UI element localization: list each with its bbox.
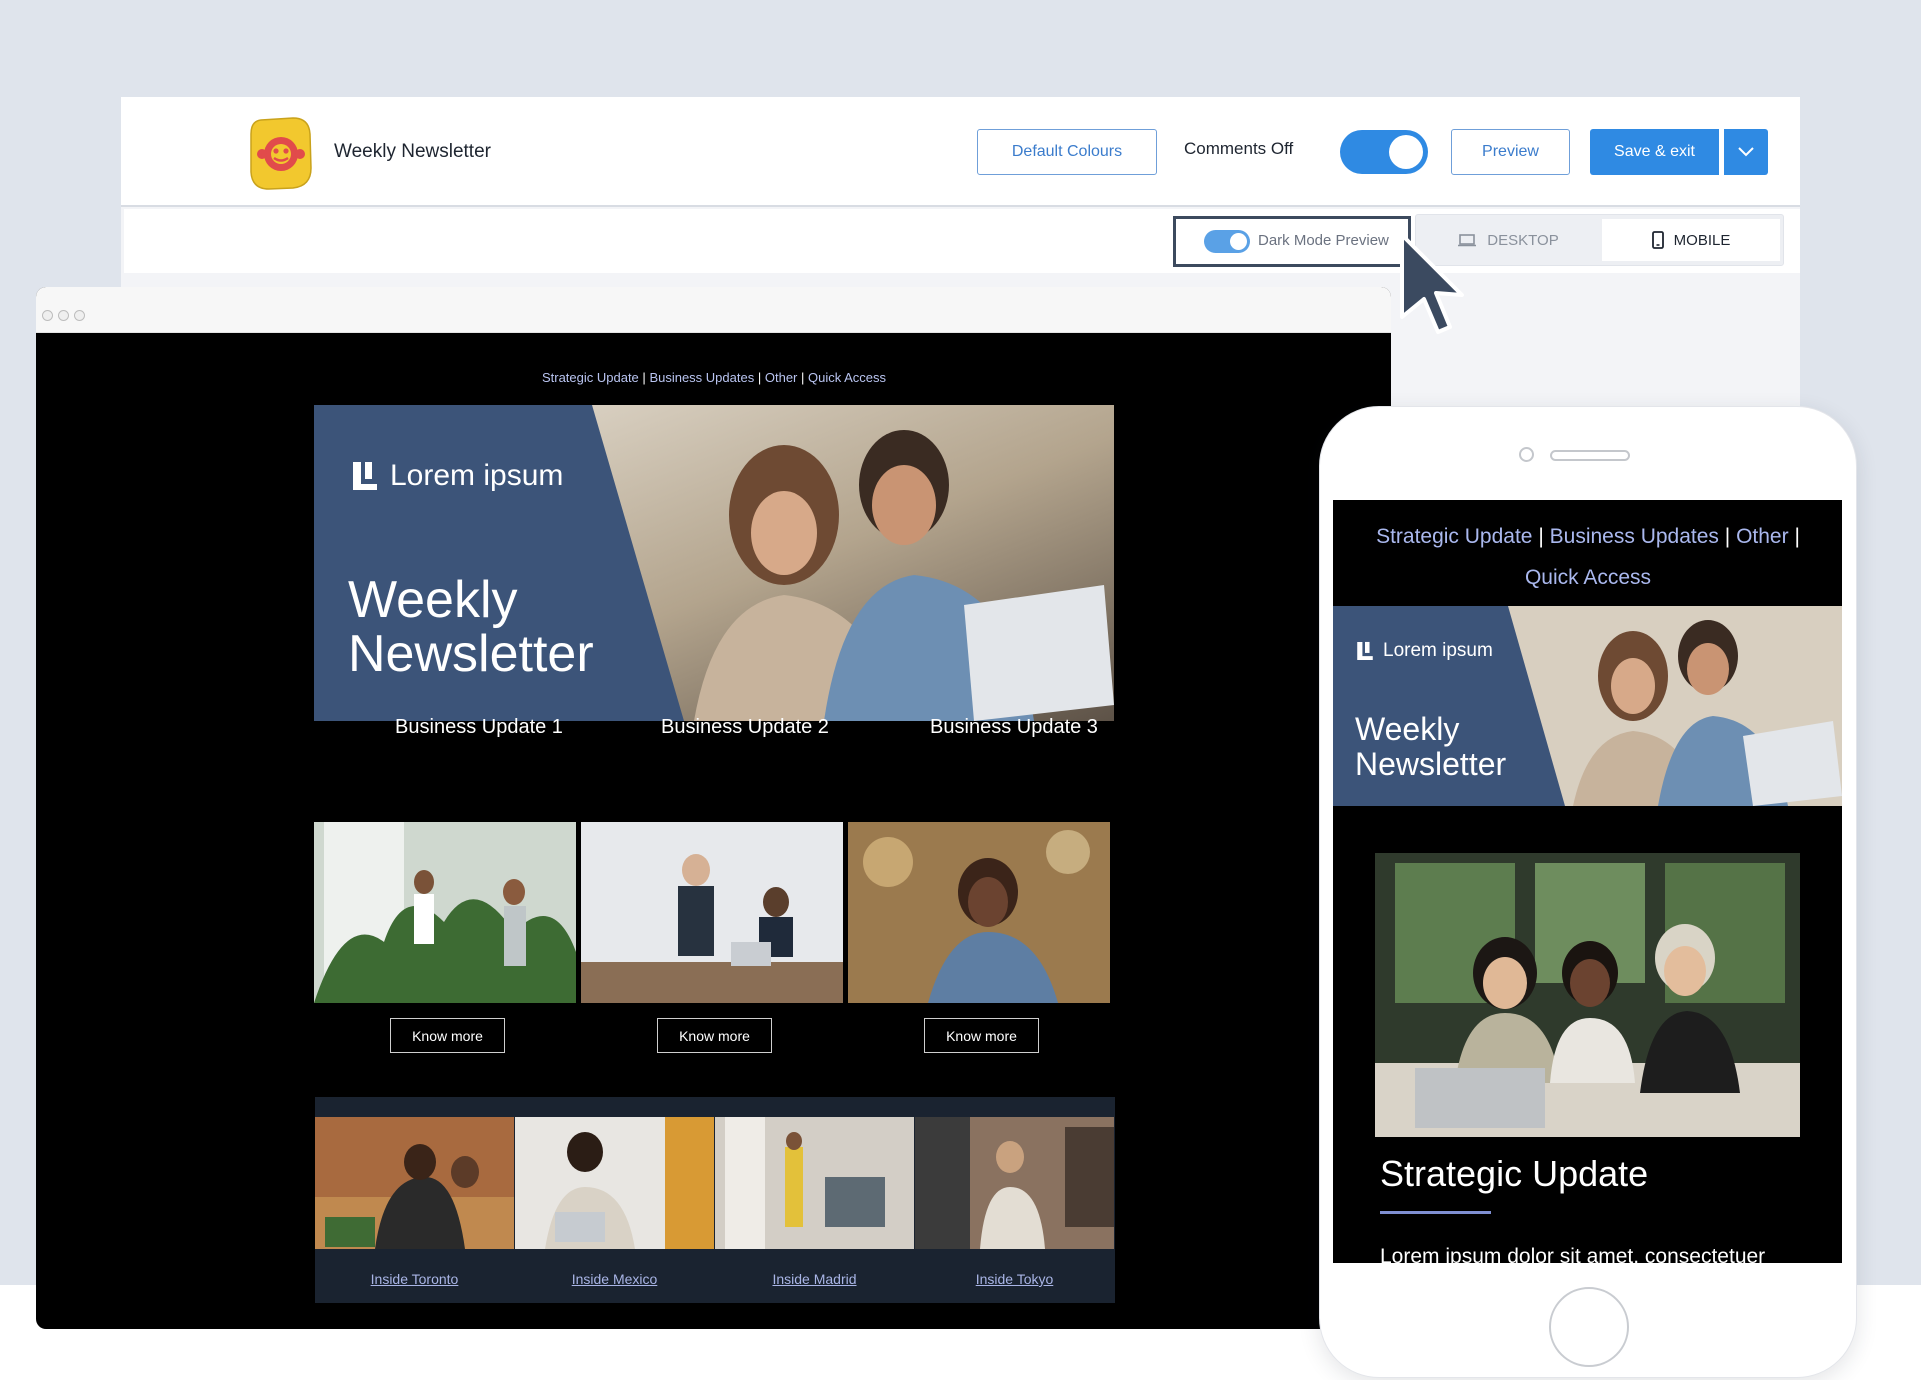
location-photo[interactable] bbox=[515, 1117, 714, 1249]
hero-brand-name: Lorem ipsum bbox=[1383, 640, 1493, 661]
dark-mode-toggle[interactable] bbox=[1204, 230, 1250, 253]
phone-speaker bbox=[1550, 450, 1630, 461]
window-control-dot bbox=[74, 310, 85, 321]
mobile-preview-phone: Strategic Update | Business Updates | Ot… bbox=[1319, 406, 1857, 1378]
email-canvas: Strategic Update | Business Updates | Ot… bbox=[36, 333, 1391, 1329]
nav-link-strategic-update[interactable]: Strategic Update bbox=[1376, 525, 1532, 548]
nav-separator: | bbox=[801, 370, 805, 385]
nav-separator: | bbox=[757, 370, 762, 385]
know-more-button[interactable]: Know more bbox=[924, 1018, 1039, 1053]
nav-link-quick-access[interactable]: Quick Access bbox=[808, 370, 886, 385]
strategic-update-photo[interactable] bbox=[1375, 853, 1800, 1137]
dark-mode-label: Dark Mode Preview bbox=[1258, 232, 1389, 249]
phone-camera bbox=[1519, 447, 1534, 462]
business-update-title: Business Update 3 bbox=[930, 716, 1098, 738]
preview-button[interactable]: Preview bbox=[1451, 129, 1570, 175]
location-photo[interactable] bbox=[715, 1117, 914, 1249]
comments-label: Comments Off bbox=[1184, 139, 1294, 158]
mobile-email-screen: Strategic Update | Business Updates | Ot… bbox=[1333, 500, 1842, 1263]
mobile-email-nav: Strategic Update | Business Updates | Ot… bbox=[1353, 516, 1823, 598]
window-control-dot bbox=[58, 310, 69, 321]
hero-title: Weekly Newsletter bbox=[348, 573, 594, 681]
mobile-hero-banner[interactable]: Lorem ipsum Weekly Newsletter bbox=[1333, 606, 1842, 806]
mouse-cursor-icon bbox=[1400, 233, 1464, 334]
editor-header: Weekly Newsletter Default Colours Commen… bbox=[121, 97, 1800, 207]
mobile-tab[interactable]: MOBILE bbox=[1602, 219, 1780, 261]
nav-link-other[interactable]: Other bbox=[765, 370, 798, 385]
toggle-knob bbox=[1230, 233, 1247, 250]
section-body-text: Lorem ipsum dolor sit amet, consectetuer bbox=[1380, 1245, 1766, 1263]
nav-link-strategic-update[interactable]: Strategic Update bbox=[542, 370, 639, 385]
location-photo[interactable] bbox=[315, 1117, 514, 1249]
hero-title-line: Weekly bbox=[1355, 711, 1460, 747]
location-link[interactable]: Inside Mexico bbox=[515, 1271, 714, 1287]
desktop-preview-window: Strategic Update | Business Updates | Ot… bbox=[36, 287, 1391, 1329]
monkey-logo-icon bbox=[250, 117, 312, 190]
location-photo[interactable] bbox=[915, 1117, 1114, 1249]
know-more-button[interactable]: Know more bbox=[390, 1018, 505, 1053]
business-update-photo[interactable] bbox=[581, 822, 843, 1003]
know-more-button[interactable]: Know more bbox=[657, 1018, 772, 1053]
default-colours-button[interactable]: Default Colours bbox=[977, 129, 1157, 175]
nav-separator: | bbox=[1724, 525, 1731, 548]
hero-brand: Lorem ipsum bbox=[1355, 640, 1493, 662]
nav-separator: | bbox=[1794, 525, 1800, 548]
device-switcher: DESKTOP MOBILE bbox=[1415, 214, 1784, 266]
business-update-title: Business Update 2 bbox=[661, 716, 829, 738]
nav-link-other[interactable]: Other bbox=[1736, 525, 1789, 548]
phone-home-button bbox=[1549, 1287, 1629, 1367]
business-update-photo[interactable] bbox=[848, 822, 1110, 1003]
chevron-down-icon bbox=[1738, 147, 1754, 157]
location-link[interactable]: Inside Tokyo bbox=[915, 1271, 1114, 1287]
business-update-photo[interactable] bbox=[314, 822, 576, 1003]
nav-link-quick-access[interactable]: Quick Access bbox=[1525, 566, 1651, 589]
business-update-title: Business Update 1 bbox=[395, 716, 563, 738]
hero-banner[interactable]: Lorem ipsum Weekly Newsletter bbox=[314, 405, 1114, 721]
comments-toggle[interactable] bbox=[1340, 130, 1428, 174]
hero-title-line: Weekly bbox=[348, 571, 518, 629]
nav-link-business-updates[interactable]: Business Updates bbox=[649, 370, 754, 385]
section-heading: Strategic Update bbox=[1380, 1153, 1649, 1194]
hero-title-line: Newsletter bbox=[348, 625, 594, 683]
locations-section: Inside Toronto Inside Mexico Inside Madr… bbox=[315, 1097, 1115, 1303]
email-nav: Strategic Update | Business Updates | Ot… bbox=[314, 370, 1114, 385]
hero-title-line: Newsletter bbox=[1355, 746, 1507, 782]
brand-logo-icon bbox=[353, 462, 377, 490]
mobile-tab-label: MOBILE bbox=[1673, 231, 1731, 249]
mobile-phone-icon bbox=[1651, 231, 1664, 249]
browser-title-bar bbox=[36, 287, 1391, 333]
location-link[interactable]: Inside Madrid bbox=[715, 1271, 914, 1287]
dark-mode-preview-control[interactable]: Dark Mode Preview bbox=[1173, 216, 1411, 267]
hero-brand: Lorem ipsum bbox=[350, 459, 563, 493]
nav-link-business-updates[interactable]: Business Updates bbox=[1550, 525, 1719, 548]
toggle-knob bbox=[1389, 135, 1423, 169]
hero-brand-name: Lorem ipsum bbox=[390, 459, 564, 492]
save-exit-button[interactable]: Save & exit bbox=[1590, 129, 1719, 175]
nav-separator: | bbox=[1538, 525, 1544, 548]
nav-separator: | bbox=[642, 370, 646, 385]
save-options-dropdown-button[interactable] bbox=[1724, 129, 1768, 175]
brand-logo-icon bbox=[1357, 641, 1373, 661]
newsletter-title: Weekly Newsletter bbox=[334, 141, 491, 162]
desktop-tab-label: DESKTOP bbox=[1487, 231, 1559, 249]
location-link[interactable]: Inside Toronto bbox=[315, 1271, 514, 1287]
hero-title: Weekly Newsletter bbox=[1355, 712, 1506, 782]
heading-underline bbox=[1380, 1211, 1491, 1214]
window-control-dot bbox=[42, 310, 53, 321]
